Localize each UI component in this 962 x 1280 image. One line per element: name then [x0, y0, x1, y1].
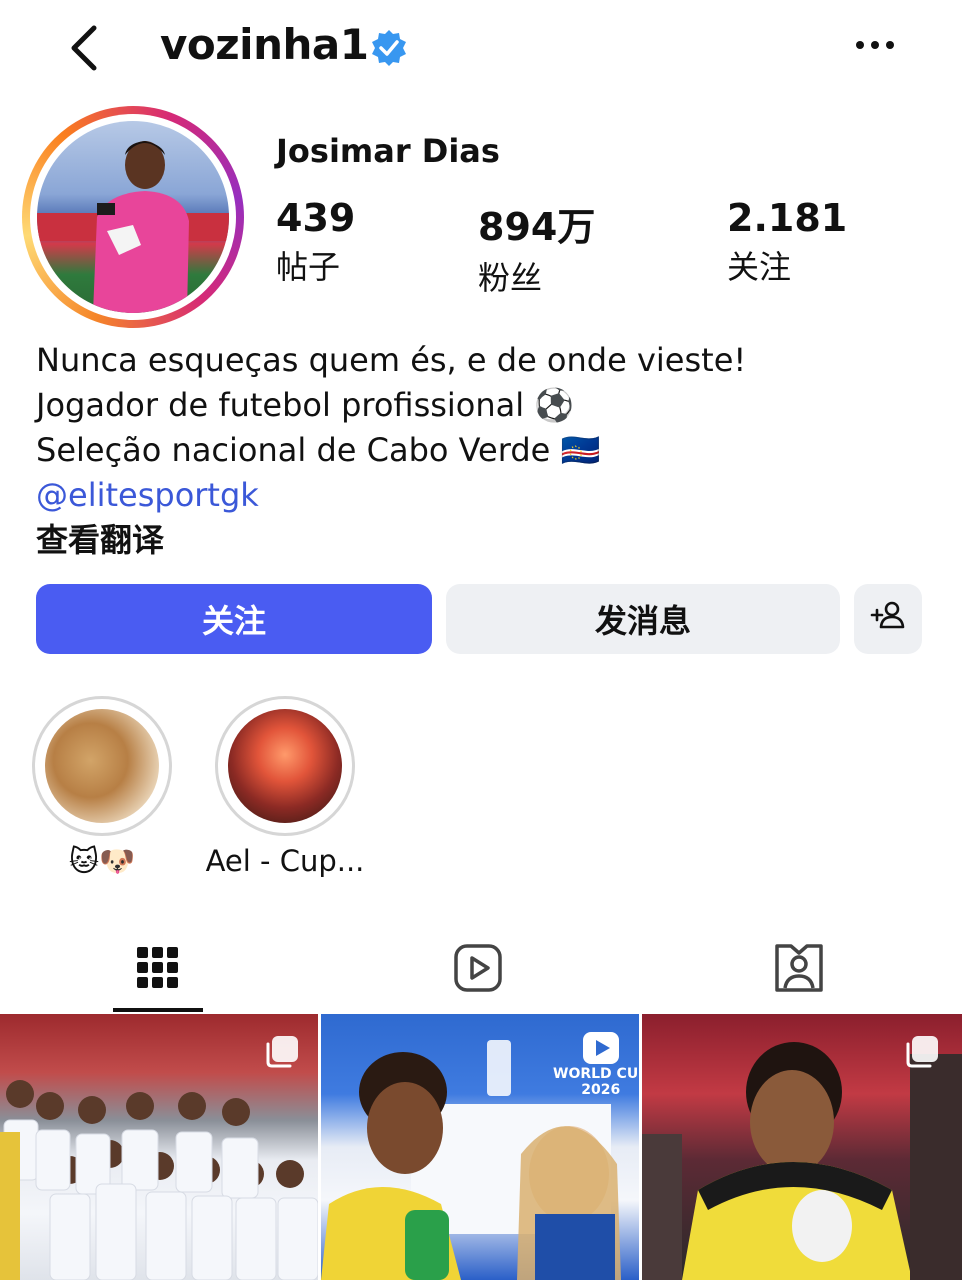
following-count: 2.181: [727, 196, 848, 240]
add-person-icon: [870, 600, 906, 638]
top-bar: vozinha1: [0, 0, 962, 100]
bio: Nunca esqueças quem és, e de onde vieste…: [36, 338, 936, 563]
bio-line: Nunca esqueças quem és, e de onde vieste…: [36, 341, 747, 379]
carousel-icon: [264, 1034, 300, 1070]
post-thumbnail[interactable]: [0, 1014, 318, 1280]
highlight-cover: [45, 709, 159, 823]
posts-count: 439: [276, 196, 356, 240]
follow-button[interactable]: 关注: [36, 584, 432, 654]
tab-posts[interactable]: [108, 928, 208, 1012]
highlight-label: 🐱🐶: [68, 844, 136, 878]
more-options-icon[interactable]: [852, 30, 898, 60]
post-thumbnail[interactable]: [642, 1014, 962, 1280]
story-ring[interactable]: [22, 106, 244, 328]
bio-line: Seleção nacional de Cabo Verde 🇨🇻: [36, 431, 601, 469]
full-name: Josimar Dias: [276, 132, 500, 170]
verified-badge-icon: [370, 29, 408, 67]
avatar: [37, 121, 229, 313]
story-highlight[interactable]: Ael - Cup...: [206, 696, 364, 878]
tagged-person-icon: [773, 942, 825, 998]
posts-grid: WORLD CUP 2026: [0, 1014, 962, 1280]
highlight-label: Ael - Cup...: [205, 844, 365, 878]
following-label: 关注: [727, 248, 792, 286]
back-arrow-icon[interactable]: [62, 22, 110, 74]
bio-mention-link[interactable]: @elitesportgk: [36, 473, 936, 518]
stat-following[interactable]: 2.181 关注: [727, 196, 847, 288]
see-translation-link[interactable]: 查看翻译: [36, 518, 936, 563]
profile-tabs: [0, 928, 962, 1014]
post-thumbnail[interactable]: WORLD CUP 2026: [321, 1014, 639, 1280]
tab-reels[interactable]: [428, 928, 528, 1012]
followers-count: 894万: [478, 205, 596, 249]
highlight-cover: [228, 709, 342, 823]
grid-icon: [136, 946, 180, 994]
tab-tagged[interactable]: [749, 928, 849, 1012]
followers-label: 粉丝: [478, 259, 543, 297]
username: vozinha1: [160, 20, 369, 69]
world-cup-logo-text: WORLD CUP 2026: [553, 1066, 639, 1098]
reels-icon: [453, 943, 503, 997]
stat-posts[interactable]: 439 帖子: [276, 196, 355, 288]
story-highlight[interactable]: 🐱🐶: [32, 696, 172, 878]
message-button[interactable]: 发消息: [446, 584, 840, 654]
carousel-icon: [904, 1034, 940, 1070]
active-tab-indicator: [113, 1008, 203, 1012]
posts-label: 帖子: [276, 248, 341, 286]
suggest-users-button[interactable]: [854, 584, 922, 654]
bio-line: Jogador de futebol profissional ⚽: [36, 386, 575, 424]
stat-followers[interactable]: 894万 粉丝: [478, 196, 595, 299]
